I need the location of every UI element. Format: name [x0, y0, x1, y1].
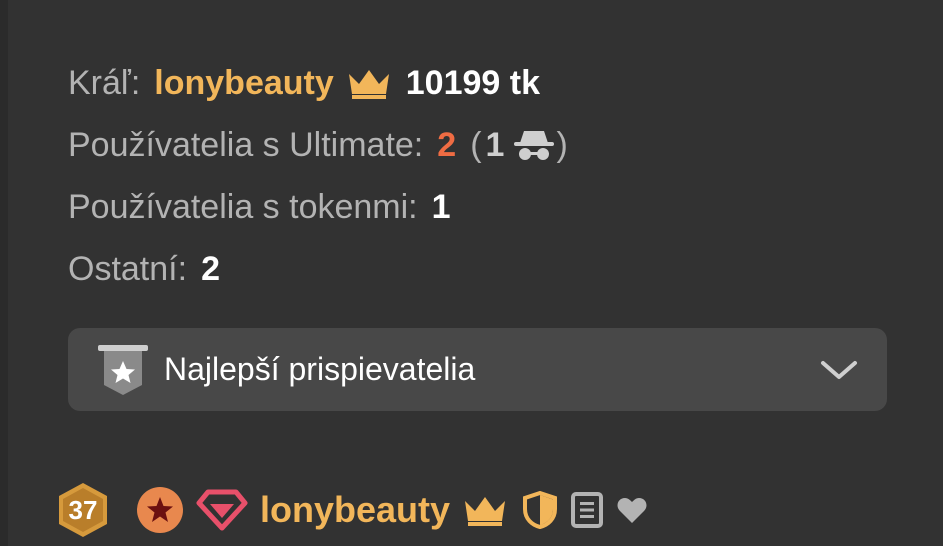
ultimate-row: Používatelia s Ultimate: 2 ( 1 )	[68, 114, 568, 176]
top-contributors-accordion[interactable]: Najlepší prispievatelia	[68, 328, 887, 411]
king-label: Kráľ:	[68, 63, 141, 102]
anon-open-paren: (	[470, 125, 482, 164]
others-count: 2	[201, 249, 220, 288]
king-tokens: 10199 tk	[405, 63, 540, 102]
ultimate-count: 2	[437, 125, 457, 164]
room-stats: Kráľ: lonybeauty 10199 tk Používatelia s…	[68, 52, 568, 300]
tokens-row: Používatelia s tokenmi: 1	[68, 176, 568, 238]
star-badge-icon	[98, 344, 148, 395]
user-entry[interactable]: 37 lonybeauty	[54, 482, 648, 538]
user-name[interactable]: lonybeauty	[260, 489, 450, 531]
level-badge: 37	[54, 481, 112, 539]
shield-icon	[523, 491, 558, 529]
heart-icon[interactable]	[616, 495, 648, 525]
accordion-label: Najlepší prispievatelia	[164, 351, 476, 387]
level-number: 37	[68, 495, 98, 525]
crown-icon	[465, 497, 506, 526]
page: Kráľ: lonybeauty 10199 tk Používatelia s…	[0, 0, 943, 546]
king-name[interactable]: lonybeauty	[154, 64, 333, 103]
gem-icon	[196, 489, 248, 531]
anon-close-paren: )	[556, 125, 568, 164]
anon-count: 1	[485, 125, 505, 164]
tokens-count: 1	[431, 187, 451, 226]
left-border	[0, 0, 8, 546]
king-row: Kráľ: lonybeauty 10199 tk	[68, 52, 568, 114]
star-badge-icon	[137, 487, 183, 533]
ultimate-label: Používatelia s Ultimate:	[68, 125, 424, 164]
others-row: Ostatní: 2	[68, 238, 568, 300]
document-icon	[571, 492, 604, 528]
chevron-down-icon[interactable]	[819, 358, 859, 382]
crown-icon	[348, 70, 389, 99]
tokens-label: Používatelia s tokenmi:	[68, 187, 418, 226]
others-label: Ostatní:	[68, 249, 188, 288]
incognito-icon	[514, 131, 555, 160]
